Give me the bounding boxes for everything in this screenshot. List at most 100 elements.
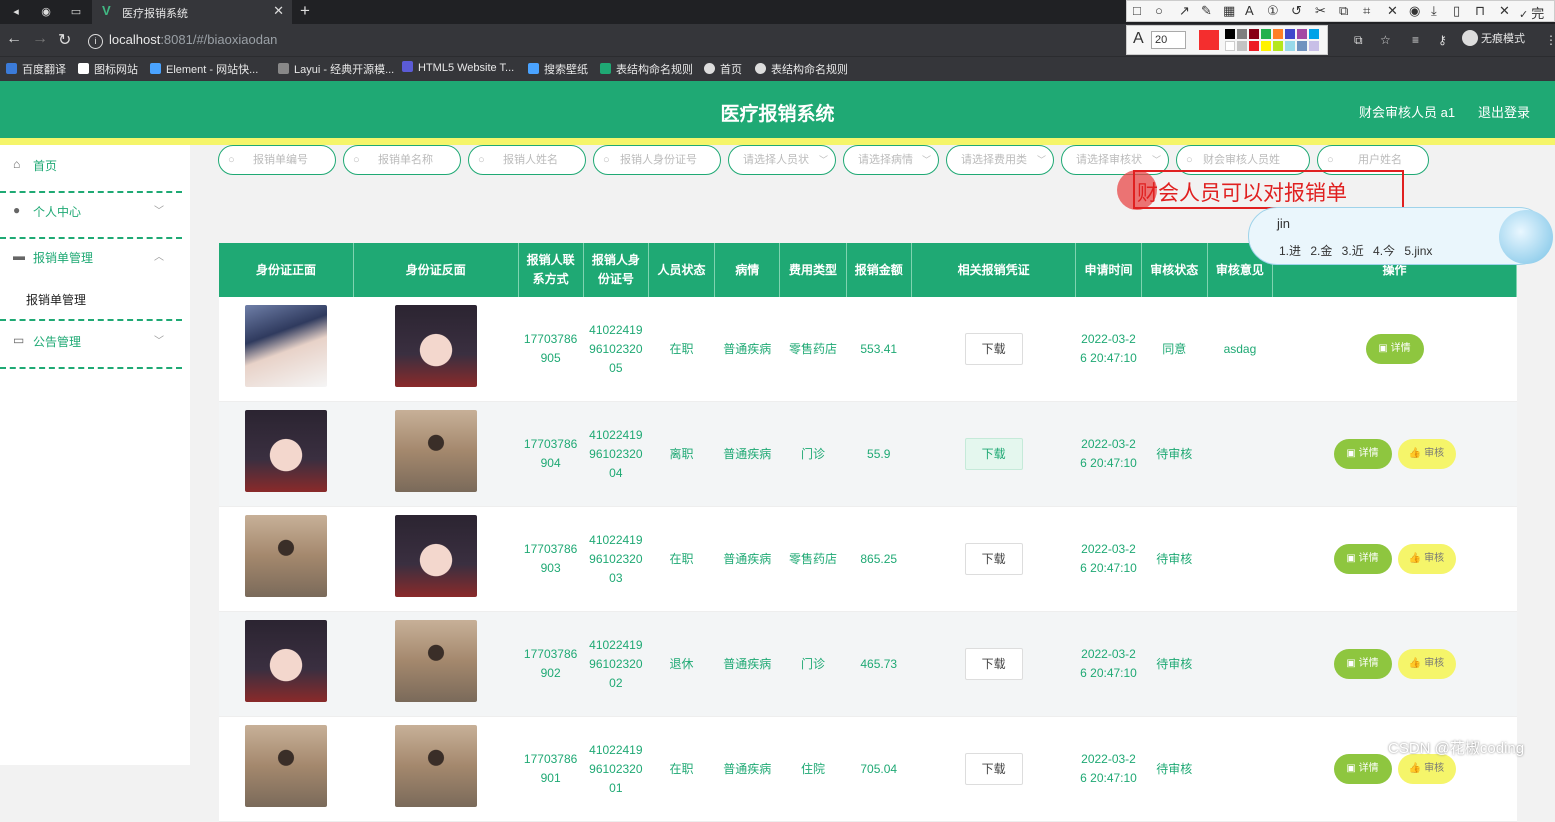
- ime-candidates[interactable]: 1.进 2.金 3.近 4.今 5.jinx: [1279, 242, 1432, 259]
- bookmark-item[interactable]: Element - 网站快...: [150, 61, 258, 77]
- speaker-icon[interactable]: ◂: [8, 4, 24, 20]
- download-icon[interactable]: ⤓: [1431, 3, 1437, 19]
- review-button[interactable]: 👍 审核: [1397, 544, 1456, 574]
- detail-button[interactable]: ▣ 详情: [1333, 649, 1392, 679]
- color-swatch[interactable]: [1225, 41, 1235, 51]
- download-button[interactable]: 下载: [964, 648, 1023, 680]
- color-swatch[interactable]: [1309, 41, 1319, 51]
- id-back-photo[interactable]: [394, 725, 477, 807]
- bookmark-item[interactable]: 百度翻译: [6, 61, 66, 77]
- color-swatch[interactable]: [1285, 41, 1295, 51]
- id-back-photo[interactable]: [394, 410, 477, 492]
- bookmark-item[interactable]: 搜索壁纸: [528, 61, 588, 77]
- pen-tool-icon[interactable]: ✎: [1201, 3, 1212, 19]
- logout-link[interactable]: 退出登录: [1478, 102, 1530, 121]
- bookmark-item[interactable]: HTML5 Website T...: [402, 61, 514, 74]
- bookmark-item[interactable]: Layui - 经典开源模...: [278, 61, 394, 77]
- color-swatch[interactable]: [1249, 29, 1259, 39]
- bookmark-item[interactable]: 表结构命名规则: [755, 61, 848, 77]
- id-front-photo[interactable]: [245, 410, 328, 492]
- key-icon[interactable]: ⚷: [1438, 33, 1447, 47]
- color-swatch[interactable]: [1309, 29, 1319, 39]
- id-back-photo[interactable]: [394, 305, 477, 387]
- phone-icon[interactable]: ▯: [1453, 3, 1460, 19]
- number-tool-icon[interactable]: ①: [1267, 3, 1279, 19]
- reload-icon[interactable]: ↻: [58, 30, 71, 50]
- color-swatch[interactable]: [1237, 29, 1247, 39]
- text-tool-icon[interactable]: A: [1245, 3, 1254, 18]
- pin-icon[interactable]: ✕: [1387, 3, 1398, 19]
- ellipse-tool-icon[interactable]: ○: [1155, 3, 1163, 18]
- forward-icon[interactable]: →: [32, 30, 48, 48]
- color-swatch[interactable]: [1225, 29, 1235, 39]
- cut-icon[interactable]: ✂: [1315, 3, 1326, 19]
- info-icon[interactable]: i: [88, 34, 103, 49]
- id-front-photo[interactable]: [245, 725, 328, 807]
- sidebar-item-claims[interactable]: ▬ 报销单管理 ︿: [0, 237, 182, 283]
- bookmark-item[interactable]: 首页: [704, 61, 742, 77]
- search-claimant-name[interactable]: ○ 报销人姓名: [468, 145, 586, 175]
- translate-icon[interactable]: ⧉: [1339, 3, 1348, 19]
- download-button[interactable]: 下载: [964, 438, 1023, 470]
- color-swatch[interactable]: [1297, 29, 1307, 39]
- review-button[interactable]: 👍 审核: [1397, 649, 1456, 679]
- color-swatch[interactable]: [1237, 41, 1247, 51]
- id-front-photo[interactable]: [245, 305, 328, 387]
- select-fee-type[interactable]: 请选择费用类 ﹀: [946, 145, 1054, 175]
- review-button[interactable]: 👍 审核: [1397, 439, 1456, 469]
- star-icon[interactable]: ☆: [1380, 33, 1391, 47]
- detail-button[interactable]: ▣ 详情: [1333, 754, 1392, 784]
- search-claimant-id[interactable]: ○ 报销人身份证号: [593, 145, 721, 175]
- bookmark-icon[interactable]: ⊓: [1475, 3, 1485, 19]
- record-icon[interactable]: ◉: [1409, 3, 1420, 19]
- download-button[interactable]: 下载: [964, 753, 1023, 785]
- rect-tool-icon[interactable]: □: [1133, 3, 1141, 18]
- select-staff-status[interactable]: 请选择人员状 ﹀: [728, 145, 836, 175]
- playlist-icon[interactable]: ≡: [1412, 33, 1419, 47]
- id-front-photo[interactable]: [245, 515, 328, 597]
- id-back-photo[interactable]: [394, 620, 477, 702]
- color-swatch[interactable]: [1261, 29, 1271, 39]
- search-claim-no[interactable]: ○ 报销单编号: [218, 145, 336, 175]
- window-icon[interactable]: ▭: [68, 4, 84, 20]
- current-color-swatch[interactable]: [1199, 30, 1219, 50]
- id-back-photo[interactable]: [394, 515, 477, 597]
- vue-logo-icon: V: [102, 3, 111, 18]
- color-swatch[interactable]: [1261, 41, 1271, 51]
- globe-icon[interactable]: ◉: [38, 4, 54, 20]
- url-field[interactable]: i localhost:8081/#/biaoxiaodan: [88, 30, 277, 50]
- bookmark-item[interactable]: 图标网站: [78, 61, 138, 77]
- incognito-badge[interactable]: 无痕模式: [1462, 30, 1525, 46]
- sidebar-item-profile[interactable]: ● 个人中心 ﹀: [0, 191, 182, 239]
- sidebar-subitem-claims[interactable]: 报销单管理: [26, 291, 86, 308]
- sidebar-item-notice[interactable]: ▭ 公告管理 ﹀: [0, 319, 182, 369]
- back-icon[interactable]: ←: [6, 30, 22, 48]
- color-swatch[interactable]: [1249, 41, 1259, 51]
- detail-button[interactable]: ▣ 详情: [1365, 334, 1424, 364]
- mosaic-tool-icon[interactable]: ▦: [1223, 3, 1235, 19]
- review-button[interactable]: 👍 审核: [1397, 754, 1456, 784]
- detail-button[interactable]: ▣ 详情: [1333, 439, 1392, 469]
- select-illness[interactable]: 请选择病情 ﹀: [843, 145, 939, 175]
- tab-close-icon[interactable]: ✕: [273, 3, 284, 19]
- id-front-photo[interactable]: [245, 620, 328, 702]
- color-swatch[interactable]: [1273, 41, 1283, 51]
- color-swatch[interactable]: [1273, 29, 1283, 39]
- font-size-select[interactable]: 20: [1151, 31, 1186, 49]
- bookmark-item[interactable]: 表结构命名规则: [600, 61, 693, 77]
- ocr-icon[interactable]: ⌗: [1363, 3, 1370, 19]
- new-tab-icon[interactable]: +: [300, 1, 310, 21]
- sidebar-item-home[interactable]: ⌂ 首页: [0, 145, 182, 193]
- download-button[interactable]: 下载: [964, 333, 1023, 365]
- arrow-tool-icon[interactable]: ↗: [1179, 3, 1190, 19]
- translate-page-icon[interactable]: ⧉: [1354, 33, 1363, 48]
- color-swatch[interactable]: [1285, 29, 1295, 39]
- undo-icon[interactable]: ↺: [1291, 3, 1302, 19]
- color-swatch[interactable]: [1297, 41, 1307, 51]
- detail-button[interactable]: ▣ 详情: [1333, 544, 1392, 574]
- close-icon[interactable]: ✕: [1499, 3, 1510, 19]
- search-claim-name[interactable]: ○ 报销单名称: [343, 145, 461, 175]
- download-button[interactable]: 下载: [964, 543, 1023, 575]
- menu-icon[interactable]: ⋮: [1545, 33, 1555, 47]
- browser-tab[interactable]: V 医疗报销系统 ✕: [92, 0, 292, 24]
